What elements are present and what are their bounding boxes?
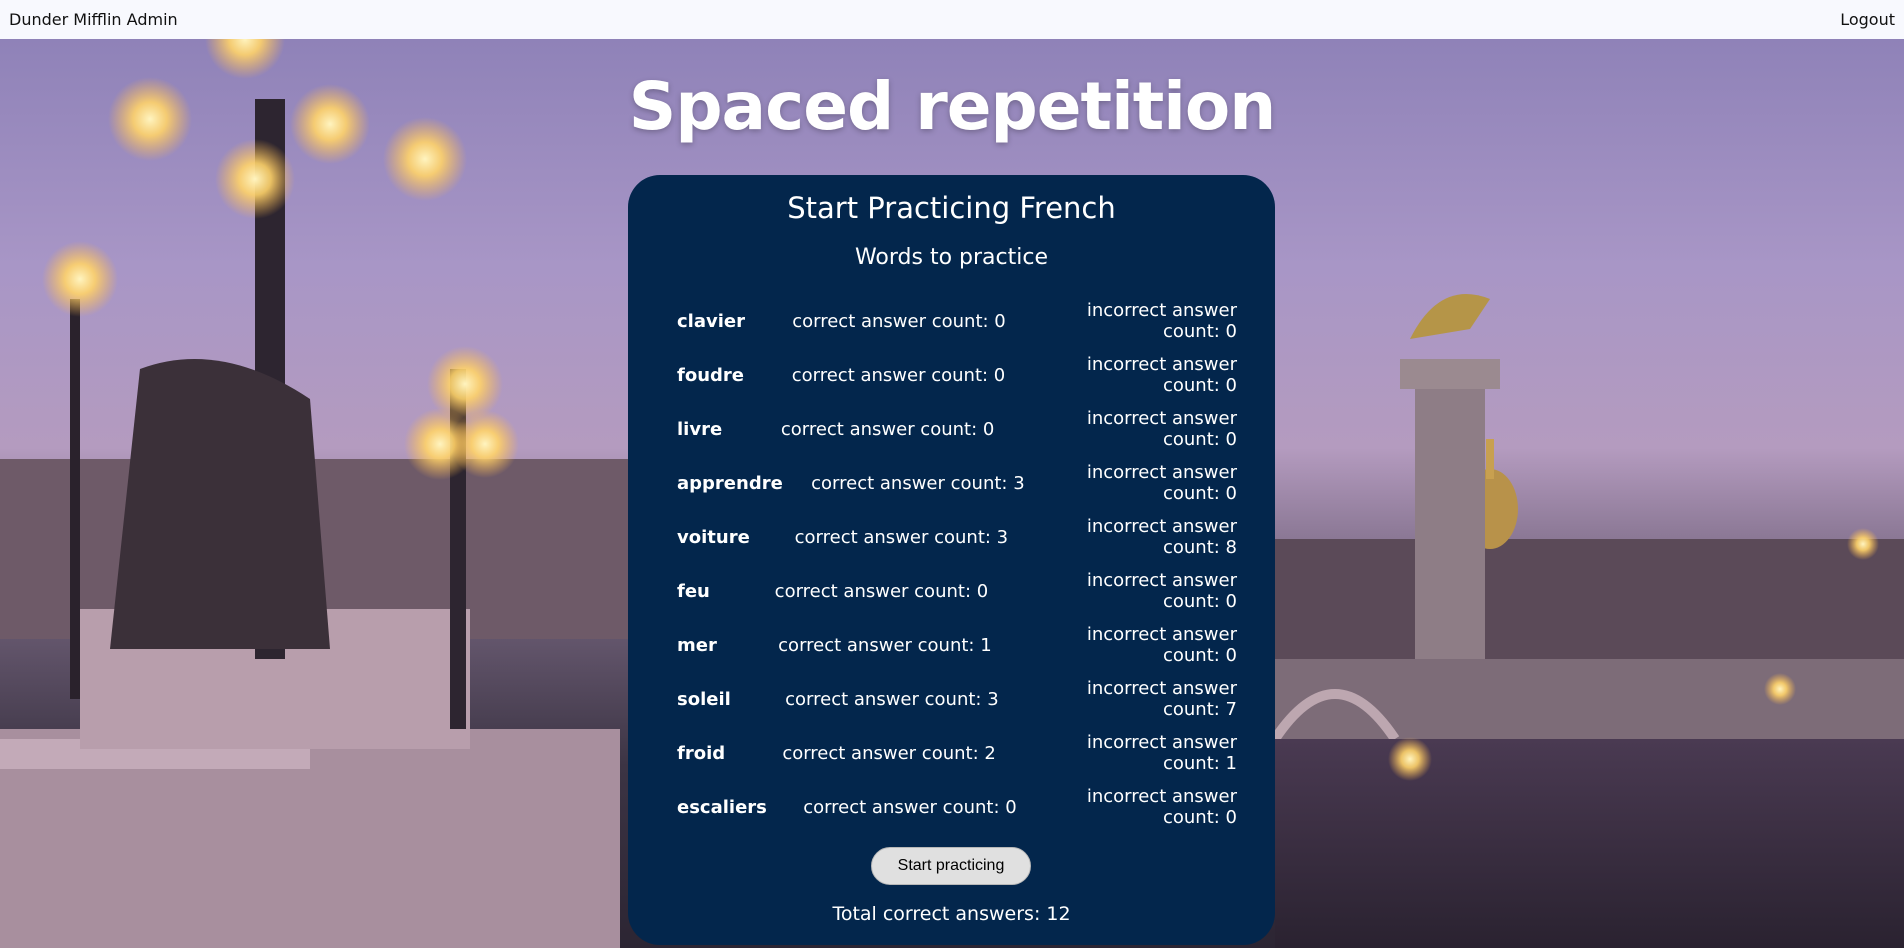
correct-count: correct answer count: 2 [782,742,996,764]
incorrect-count: incorrect answer count: 8 [1086,516,1237,558]
list-item: foudre correct answer count: 0 incorrect… [677,348,1237,402]
word-text: feu [677,580,710,602]
list-item: livre correct answer count: 0 incorrect … [677,402,1237,456]
list-item: froid correct answer count: 2 incorrect … [677,726,1237,780]
incorrect-count: incorrect answer count: 0 [1086,624,1237,666]
word-text: voiture [677,526,750,548]
list-item: feu correct answer count: 0 incorrect an… [677,564,1237,618]
incorrect-count: incorrect answer count: 1 [1086,732,1237,774]
page-title: Spaced repetition [628,68,1276,145]
word-text: mer [677,634,717,656]
incorrect-count: incorrect answer count: 0 [1086,408,1237,450]
correct-count: correct answer count: 0 [774,580,989,602]
word-text: froid [677,742,726,764]
incorrect-count: incorrect answer count: 0 [1086,570,1237,612]
list-item: mer correct answer count: 1 incorrect an… [677,618,1237,672]
list-item: clavier correct answer count: 0 incorrec… [677,294,1237,348]
incorrect-count: incorrect answer count: 7 [1086,678,1237,720]
incorrect-count: incorrect answer count: 0 [1086,786,1237,828]
list-item: soleil correct answer count: 3 incorrect… [677,672,1237,726]
word-text: escaliers [677,796,767,818]
word-list: clavier correct answer count: 0 incorrec… [677,294,1237,834]
logout-link[interactable]: Logout [1840,10,1895,29]
card-subheading: Words to practice [854,245,1049,270]
correct-count: correct answer count: 0 [780,418,995,440]
word-text: clavier [677,310,745,332]
word-text: foudre [677,364,744,386]
incorrect-count: incorrect answer count: 0 [1086,462,1237,504]
list-item: voiture correct answer count: 3 incorrec… [677,510,1237,564]
total-correct-answers: Total correct answers: 12 [832,903,1071,925]
word-text: soleil [677,688,731,710]
word-text: livre [677,418,723,440]
word-text: apprendre [677,472,783,494]
correct-count: correct answer count: 1 [778,634,992,656]
correct-count: correct answer count: 3 [811,472,1025,494]
brand-title: Dunder Mifflin Admin [9,10,178,29]
correct-count: correct answer count: 0 [791,364,1006,386]
incorrect-count: incorrect answer count: 0 [1086,300,1237,342]
correct-count: correct answer count: 0 [792,310,1006,332]
correct-count: correct answer count: 3 [785,688,999,710]
list-item: escaliers correct answer count: 0 incorr… [677,780,1237,834]
card-heading: Start Practicing French [787,191,1116,225]
correct-count: correct answer count: 0 [803,796,1017,818]
start-practicing-button[interactable]: Start practicing [871,847,1031,885]
incorrect-count: incorrect answer count: 0 [1086,354,1237,396]
navbar: Dunder Mifflin Admin Logout [0,0,1904,39]
practice-card: Start Practicing French Words to practic… [628,175,1275,945]
correct-count: correct answer count: 3 [794,526,1009,548]
list-item: apprendre correct answer count: 3 incorr… [677,456,1237,510]
